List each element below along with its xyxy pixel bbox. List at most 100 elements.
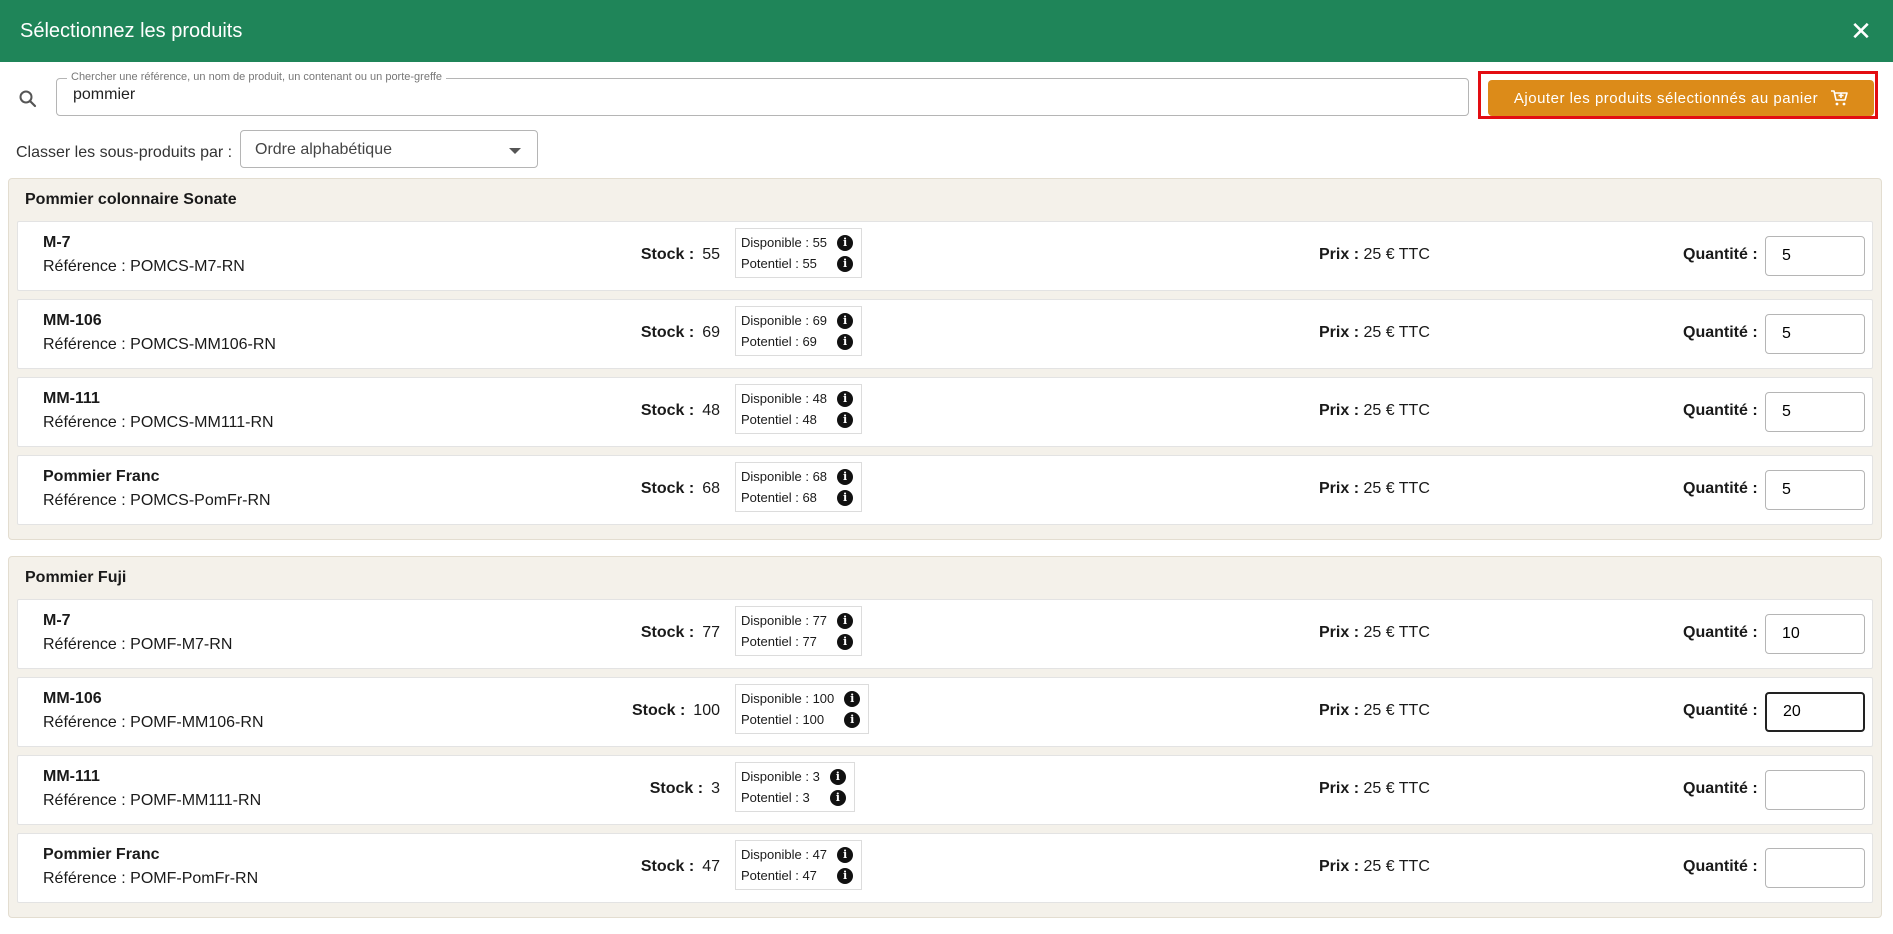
search-label: Chercher une référence, un nom de produi… [67, 71, 446, 83]
info-icon[interactable]: i [829, 789, 846, 806]
price-label: Prix : [1319, 780, 1360, 797]
product-row: MM-111 Référence : POMCS-MM111-RN Stock … [17, 377, 1873, 447]
product-group: Pommier colonnaire Sonate M-7 Référence … [8, 178, 1882, 540]
available-count: 68 [812, 469, 828, 484]
quantity-label: Quantité : [1683, 624, 1758, 641]
search-icon [19, 90, 37, 108]
add-to-cart-button[interactable]: Ajouter les produits sélectionnés au pan… [1488, 80, 1874, 116]
price: Prix : 25 € TTC [1319, 480, 1430, 498]
product-name: MM-111 [43, 390, 100, 407]
available-count: 47 [812, 847, 828, 862]
product-name: M-7 [43, 234, 71, 251]
product-reference: Référence : POMCS-MM111-RN [43, 414, 274, 431]
add-to-cart-label: Ajouter les produits sélectionnés au pan… [1513, 89, 1819, 107]
price-value: 25 € TTC [1363, 246, 1430, 263]
price-label: Prix : [1319, 246, 1360, 263]
product-row: M-7 Référence : POMF-M7-RN Stock : 77 Dis… [17, 599, 1873, 669]
available-line: Disponible : 77 i [741, 610, 854, 631]
modal-header: Sélectionnez les produits ✕ [0, 0, 1893, 62]
cart-plus-icon [1831, 90, 1848, 106]
stock-value: Stock : 48 [641, 402, 720, 420]
available-line: Disponible : 3 i [741, 766, 846, 787]
stock-label: Stock : [640, 858, 695, 875]
available-text: Disponible : 47 [741, 844, 827, 865]
available-count: 48 [812, 391, 828, 406]
product-name: Pommier Franc [43, 846, 160, 863]
quantity-input[interactable] [1765, 848, 1865, 888]
info-icon[interactable]: i [837, 846, 854, 863]
stock-count: 55 [702, 246, 720, 263]
info-icon[interactable]: i [837, 333, 854, 350]
product-name: MM-106 [43, 312, 102, 329]
potential-line: Potentiel : 68 i [741, 487, 854, 508]
product-row: MM-111 Référence : POMF-MM111-RN Stock :… [17, 755, 1873, 825]
potential-label: Potentiel : [741, 490, 799, 505]
search-input[interactable] [71, 85, 1455, 105]
price-value: 25 € TTC [1363, 324, 1430, 341]
quantity-input[interactable] [1765, 236, 1865, 276]
potential-line: Potentiel : 47 i [741, 865, 854, 886]
search-field: Chercher une référence, un nom de produi… [56, 71, 1469, 116]
stock-details: Disponible : 100 i Potentiel : 100 i [735, 684, 870, 734]
close-icon[interactable]: ✕ [1849, 18, 1873, 44]
available-text: Disponible : 77 [741, 610, 827, 631]
info-icon[interactable]: i [844, 690, 861, 707]
stock-details: Disponible : 69 i Potentiel : 69 i [735, 306, 863, 356]
potential-count: 77 [802, 634, 817, 649]
quantity-input[interactable] [1765, 770, 1865, 810]
stock-label: Stock : [640, 480, 695, 497]
stock-details: Disponible : 47 i Potentiel : 47 i [735, 840, 863, 890]
quantity-input[interactable] [1765, 392, 1865, 432]
group-title: Pommier colonnaire Sonate [25, 191, 237, 208]
info-icon[interactable]: i [837, 633, 854, 650]
available-line: Disponible : 55 i [741, 232, 854, 253]
quantity-input[interactable] [1765, 314, 1865, 354]
quantity-input[interactable] [1765, 614, 1865, 654]
price-value: 25 € TTC [1363, 402, 1430, 419]
potential-label: Potentiel : [741, 334, 799, 349]
info-icon[interactable]: i [837, 234, 854, 251]
product-name: M-7 [43, 612, 71, 629]
potential-count: 3 [802, 790, 810, 805]
potential-label: Potentiel : [741, 712, 799, 727]
available-line: Disponible : 68 i [741, 466, 854, 487]
quantity-input[interactable] [1765, 692, 1865, 732]
potential-line: Potentiel : 48 i [741, 409, 854, 430]
info-icon[interactable]: i [837, 489, 854, 506]
stock-value: Stock : 100 [632, 702, 720, 720]
quantity-label: Quantité : [1683, 402, 1758, 419]
price-value: 25 € TTC [1363, 480, 1430, 497]
quantity-input[interactable] [1765, 470, 1865, 510]
quantity-label: Quantité : [1683, 780, 1758, 797]
price-value: 25 € TTC [1363, 624, 1430, 641]
price-label: Prix : [1319, 624, 1360, 641]
product-row: MM-106 Référence : POMF-MM106-RN Stock :… [17, 677, 1873, 747]
info-icon[interactable]: i [837, 612, 854, 629]
available-line: Disponible : 69 i [741, 310, 854, 331]
info-icon[interactable]: i [837, 468, 854, 485]
potential-text: Potentiel : 100 [741, 709, 824, 730]
quantity-label: Quantité : [1683, 858, 1758, 875]
info-icon[interactable]: i [837, 411, 854, 428]
stock-label: Stock : [640, 402, 695, 419]
stock-details: Disponible : 77 i Potentiel : 77 i [735, 606, 863, 656]
potential-text: Potentiel : 68 [741, 487, 817, 508]
stock-count: 69 [702, 324, 720, 341]
info-icon[interactable]: i [829, 768, 846, 785]
potential-text: Potentiel : 48 [741, 409, 817, 430]
info-icon[interactable]: i [837, 390, 854, 407]
info-icon[interactable]: i [837, 255, 854, 272]
product-row: M-7 Référence : POMCS-M7-RN Stock : 55 Di… [17, 221, 1873, 291]
available-count: 3 [812, 769, 820, 784]
info-icon[interactable]: i [837, 867, 854, 884]
product-reference: Référence : POMF-MM111-RN [43, 792, 262, 809]
info-icon[interactable]: i [837, 312, 854, 329]
quantity-label: Quantité : [1683, 324, 1758, 341]
search-toolbar: Chercher une référence, un nom de produi… [0, 62, 1893, 124]
sort-select[interactable]: Ordre alphabétique [240, 130, 538, 168]
price-value: 25 € TTC [1363, 780, 1430, 797]
info-icon[interactable]: i [844, 711, 861, 728]
potential-count: 69 [802, 334, 817, 349]
price-value: 25 € TTC [1363, 858, 1430, 875]
available-label: Disponible : [741, 391, 809, 406]
